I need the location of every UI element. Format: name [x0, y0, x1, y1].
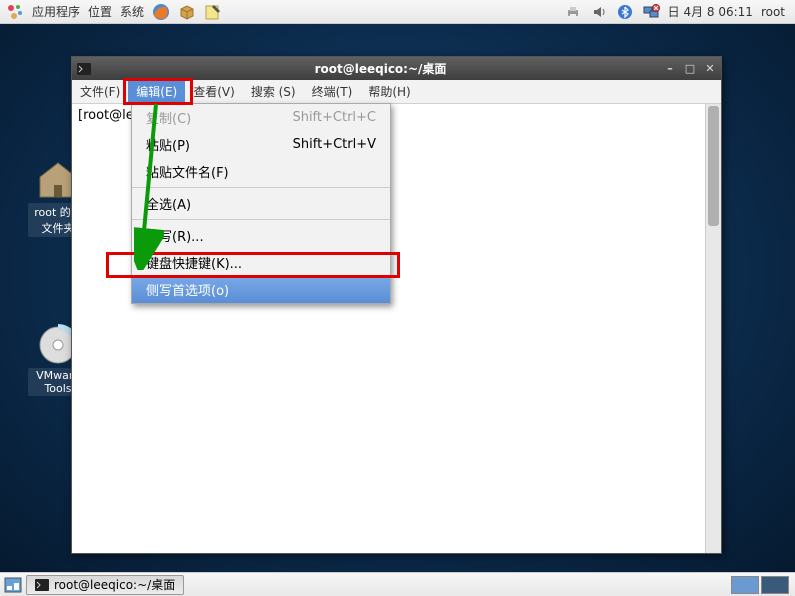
terminal-prompt: [root@le	[78, 108, 134, 123]
maximize-button[interactable]: □	[683, 62, 697, 76]
minimize-button[interactable]: –	[663, 62, 677, 76]
top-panel: 应用程序 位置 系统 日 4月 8 06:11 root	[0, 0, 795, 24]
bluetooth-icon[interactable]	[616, 3, 634, 21]
show-desktop-icon[interactable]	[4, 576, 22, 594]
menu-file[interactable]: 文件(F)	[72, 80, 128, 103]
bottom-panel: root@leeqico:~/桌面	[0, 572, 795, 596]
menu-item-copy: 复制(C)Shift+Ctrl+C	[132, 104, 390, 131]
gnome-foot-icon	[6, 3, 24, 21]
printer-icon[interactable]	[564, 3, 582, 21]
menu-item-keyboard-shortcuts[interactable]: 键盘快捷键(K)...	[132, 249, 390, 276]
scrollbar[interactable]	[705, 104, 721, 553]
workspace-pager[interactable]	[731, 576, 795, 594]
taskbar-label: root@leeqico:~/桌面	[54, 576, 175, 593]
taskbar-item-terminal[interactable]: root@leeqico:~/桌面	[26, 575, 184, 595]
close-button[interactable]: ✕	[703, 62, 717, 76]
menu-item-profile-preferences[interactable]: 侧写首选项(o)	[132, 276, 390, 303]
package-icon[interactable]	[178, 3, 196, 21]
menu-search[interactable]: 搜索 (S)	[243, 80, 304, 103]
menu-system[interactable]: 系统	[120, 3, 144, 20]
edit-dropdown: 复制(C)Shift+Ctrl+C 粘贴(P)Shift+Ctrl+V 粘贴文件…	[131, 103, 391, 304]
clock[interactable]: 日 4月 8 06:11	[668, 3, 753, 20]
user-label[interactable]: root	[761, 5, 785, 19]
network-icon[interactable]	[642, 3, 660, 21]
menu-item-profiles[interactable]: 侧写(R)...	[132, 222, 390, 249]
titlebar[interactable]: root@leeqico:~/桌面 – □ ✕	[72, 57, 721, 80]
menubar: 文件(F) 编辑(E) 查看(V) 搜索 (S) 终端(T) 帮助(H)	[72, 80, 721, 104]
terminal-icon	[35, 579, 49, 591]
menu-item-paste[interactable]: 粘贴(P)Shift+Ctrl+V	[132, 131, 390, 158]
menu-item-select-all[interactable]: 全选(A)	[132, 190, 390, 217]
separator	[132, 219, 390, 220]
menu-edit[interactable]: 编辑(E)	[128, 80, 185, 103]
menu-view[interactable]: 查看(V)	[185, 80, 243, 103]
firefox-icon[interactable]	[152, 3, 170, 21]
scrollbar-thumb[interactable]	[708, 106, 719, 226]
terminal-icon	[76, 61, 92, 77]
workspace-1[interactable]	[731, 576, 759, 594]
menu-item-paste-filenames[interactable]: 粘贴文件名(F)	[132, 158, 390, 185]
menu-places[interactable]: 位置	[88, 3, 112, 20]
separator	[132, 187, 390, 188]
volume-icon[interactable]	[590, 3, 608, 21]
notepad-icon[interactable]	[204, 3, 222, 21]
workspace-2[interactable]	[761, 576, 789, 594]
menu-applications[interactable]: 应用程序	[32, 3, 80, 20]
menu-help[interactable]: 帮助(H)	[360, 80, 418, 103]
menu-terminal[interactable]: 终端(T)	[304, 80, 361, 103]
window-title: root@leeqico:~/桌面	[98, 60, 663, 77]
